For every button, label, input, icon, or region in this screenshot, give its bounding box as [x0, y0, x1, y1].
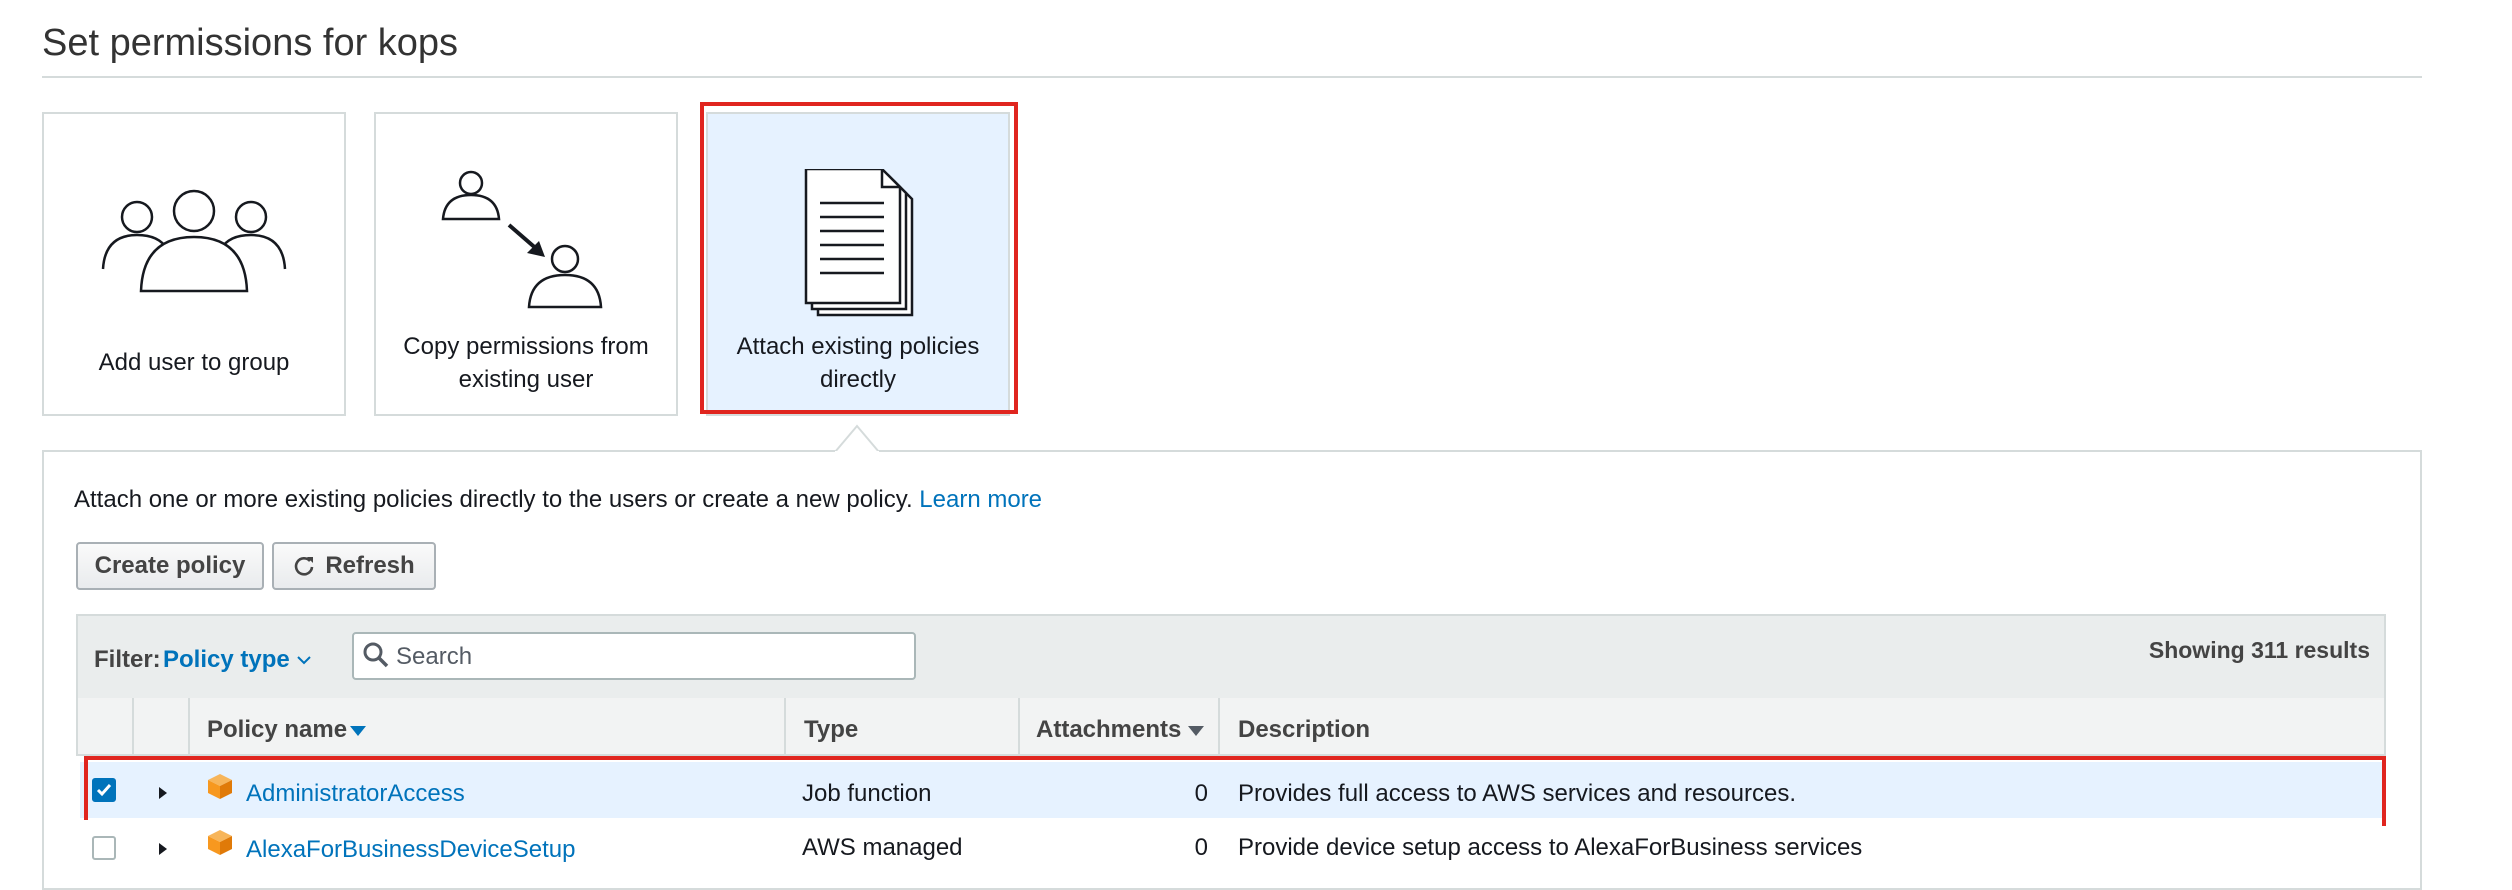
search-icon — [363, 642, 389, 668]
panel-intro: Attach one or more existing policies dir… — [74, 486, 1042, 514]
copy-user-permissions-icon — [441, 170, 603, 309]
column-header-type[interactable]: Type — [804, 716, 858, 744]
row-checkbox[interactable] — [92, 836, 116, 860]
panel-pointer-icon — [835, 424, 879, 462]
option-add-user-to-group[interactable]: Add user to group — [42, 112, 346, 416]
expand-row-icon[interactable] — [156, 842, 170, 856]
policy-box-icon — [208, 830, 232, 855]
policy-name-link[interactable]: AdministratorAccess — [246, 780, 465, 808]
refresh-icon — [295, 557, 314, 576]
column-divider — [188, 698, 190, 756]
create-policy-button[interactable]: Create policy — [76, 542, 264, 590]
sort-down-icon[interactable] — [1188, 726, 1204, 736]
column-divider — [132, 698, 134, 756]
table-header — [76, 698, 2386, 756]
policy-description: Provides full access to AWS services and… — [1238, 780, 1796, 807]
sort-down-icon[interactable] — [350, 726, 366, 736]
option-label: Copy permissions from existing user — [403, 333, 649, 393]
row-checkbox[interactable] — [92, 778, 116, 802]
checkmark-icon — [96, 784, 112, 797]
filter-policy-type-dropdown[interactable]: Policy type — [163, 646, 290, 674]
results-count: Showing 311 results — [2148, 637, 2370, 663]
option-label: Attach existing policies directly — [736, 333, 980, 393]
policy-name-link[interactable]: AlexaForBusinessDeviceSetup — [246, 836, 576, 864]
expand-row-icon[interactable] — [156, 786, 170, 800]
page-title: Set permissions for kops — [42, 22, 459, 64]
column-divider — [1018, 698, 1020, 756]
policy-type: AWS managed — [802, 834, 963, 861]
policy-type: Job function — [802, 780, 932, 807]
users-group-icon — [101, 189, 287, 293]
option-attach-policies[interactable]: Attach existing policies directly — [706, 112, 1010, 416]
policy-document-icon — [804, 169, 914, 317]
column-divider — [784, 698, 786, 756]
policy-box-icon — [208, 774, 232, 799]
learn-more-link[interactable]: Learn more — [919, 486, 1042, 513]
column-header-policy-name[interactable]: Policy name — [207, 716, 347, 744]
refresh-label: Refresh — [325, 552, 415, 579]
policy-attachments: 0 — [1194, 834, 1208, 861]
column-divider — [1218, 698, 1220, 756]
refresh-button[interactable]: Refresh — [272, 542, 436, 590]
create-policy-label: Create policy — [94, 552, 246, 579]
option-copy-permissions[interactable]: Copy permissions from existing user — [374, 112, 678, 416]
policy-attachments: 0 — [1194, 780, 1208, 807]
chevron-down-icon[interactable] — [295, 651, 313, 669]
search-input[interactable] — [394, 636, 908, 678]
intro-text: Attach one or more existing policies dir… — [74, 486, 913, 513]
column-header-attachments[interactable]: Attachments — [1036, 716, 1181, 744]
filter-label: Filter: — [94, 646, 161, 673]
column-header-description[interactable]: Description — [1238, 716, 1370, 744]
option-label: Add user to group — [98, 349, 290, 376]
policy-description: Provide device setup access to AlexaForB… — [1238, 834, 1863, 861]
title-divider — [42, 76, 2422, 78]
